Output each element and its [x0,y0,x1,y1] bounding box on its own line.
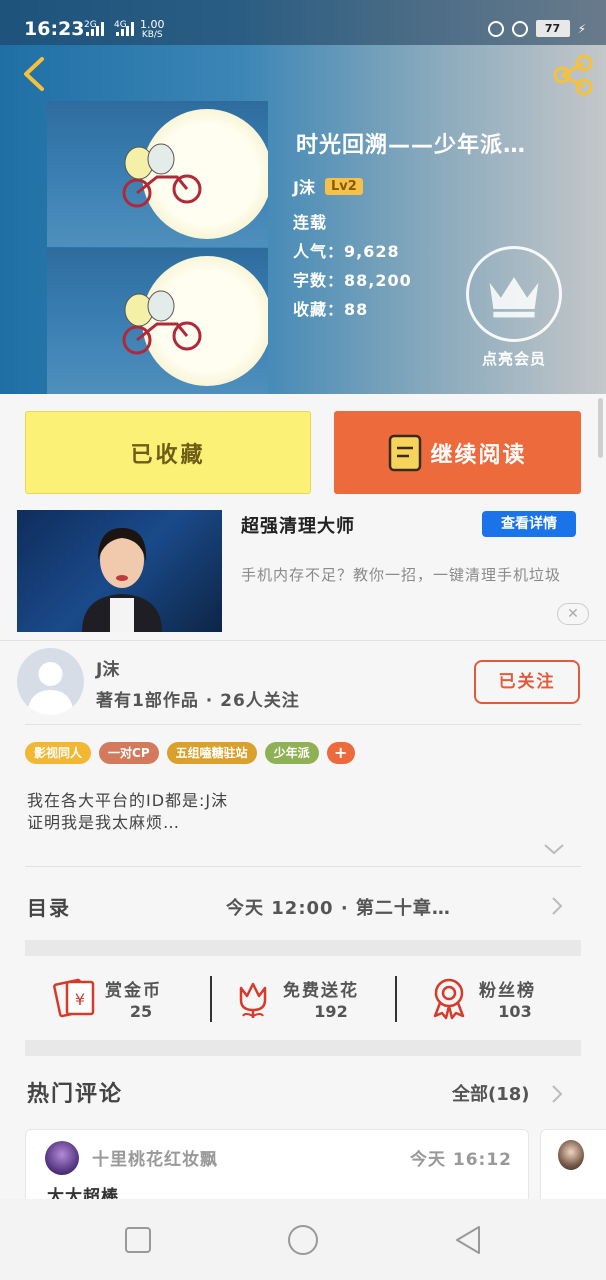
recent-apps-icon[interactable] [121,1223,155,1257]
tag-list: 影视同人 一对CP 五组嗑糖驻站 少年派 + [25,742,355,764]
all-comments-link[interactable]: 全部(18) [452,1080,530,1106]
comment-card[interactable]: 十里桃花红妆飘 今天 16:12 大大超棒 [25,1129,529,1204]
back-nav-icon[interactable] [451,1223,485,1257]
level-badge: Lv2 [324,177,363,195]
vip-label: 点亮会员 [481,350,546,368]
ad-person-illustration [82,528,162,632]
ad-close-button[interactable]: ✕ [557,603,589,625]
intro-line: 我在各大平台的ID都是:J沫 [27,791,229,810]
ad-image [17,510,222,632]
status-bar: 16:23 2G 4G 1.00 KB/S 77 ⚡ [0,0,606,45]
svg-text:¥: ¥ [75,990,85,1009]
book-popularity: 人气：9,628 [293,242,400,261]
status-time: 16:23 [24,18,85,40]
book-favorites: 收藏：88 [293,300,369,319]
medal-icon [433,978,465,1020]
ad-detail-button[interactable]: 查看详情 [482,511,576,537]
stat-label: 免费送花 [283,981,359,1001]
book-word-count: 字数：88,200 [293,271,412,290]
book-title: 时光回溯——少年派… [296,133,527,158]
commenter-name[interactable]: 十里桃花红妆飘 [92,1145,218,1170]
vip-button[interactable]: 点亮会员 [466,246,562,369]
catalog-latest-chapter[interactable]: 今天 12:00 · 第二十章… [226,894,451,920]
cover-image-bottom [47,248,268,394]
signal-icon [86,22,108,36]
alarm-icon [511,20,528,37]
book-status: 连载 [293,213,328,232]
stat-divider [395,976,397,1022]
system-nav-bar [0,1199,606,1280]
tag-item[interactable]: 一对CP [99,742,159,764]
reward-coins-stat[interactable]: ¥ 赏金币 25 [53,972,193,1028]
network-speed: 1.00 KB/S [140,19,165,41]
ad-title[interactable]: 超强清理大师 [241,512,355,538]
commenter-avatar[interactable] [558,1140,584,1170]
back-icon[interactable] [18,56,50,92]
crown-icon [466,246,562,342]
scrollbar[interactable] [598,398,603,458]
intro-line: 证明我是我太麻烦… [27,813,181,832]
chevron-right-icon[interactable] [551,896,563,916]
fan-ranking-stat[interactable]: 粉丝榜 103 [427,972,577,1028]
catalog-title[interactable]: 目录 [27,892,71,921]
signal-icon-2 [116,22,138,36]
author-name[interactable]: J沫 [96,655,119,680]
stat-value: 103 [498,1002,532,1021]
book-header: 16:23 2G 4G 1.00 KB/S 77 ⚡ 时光回溯——少年派… J沫… [0,0,606,394]
divider [25,724,581,725]
battery-icon: 77 [535,20,570,37]
section-separator [25,940,581,956]
hot-comments-title: 热门评论 [27,1082,124,1107]
book-author-line: J沫 Lv2 [293,174,363,198]
lock-rotation-icon [487,20,504,37]
book-icon [389,434,422,471]
chevron-right-icon[interactable] [551,1084,563,1104]
home-icon[interactable] [286,1223,320,1257]
book-cover[interactable] [47,101,268,394]
speed-unit: KB/S [141,30,163,40]
chevron-down-icon[interactable] [543,842,565,856]
stat-value: 192 [314,1002,348,1021]
book-intro: 我在各大平台的ID都是:J沫 证明我是我太麻烦… [27,790,228,834]
author-stats: 著有1部作品 · 26人关注 [96,691,300,711]
collected-button[interactable]: 已收藏 [25,411,311,494]
stat-label: 赏金币 [105,981,162,1001]
continue-reading-label: 继续阅读 [430,442,527,468]
charging-icon: ⚡ [577,21,586,36]
add-tag-button[interactable]: + [326,742,355,764]
continue-reading-button[interactable]: 继续阅读 [334,411,581,494]
tag-item[interactable]: 影视同人 [25,742,92,764]
stat-label: 粉丝榜 [479,981,536,1001]
comment-card-next[interactable] [540,1129,606,1204]
share-icon[interactable] [550,53,596,97]
bicycle-illustration [122,143,202,208]
divider [25,866,581,867]
bicycle-illustration-2 [122,290,202,355]
tag-item[interactable]: 少年派 [264,742,319,764]
flower-icon [239,982,267,1018]
tag-item[interactable]: 五组嗑糖驻站 [166,742,257,764]
section-separator [25,1040,581,1056]
stat-value: 25 [129,1002,153,1021]
stats-row: ¥ 赏金币 25 免费送花 192 粉丝榜 103 [25,962,581,1034]
speed-value: 1.00 [140,18,165,31]
book-author-name[interactable]: J沫 [293,174,315,198]
stat-divider [210,976,212,1022]
comment-time: 今天 16:12 [409,1150,512,1170]
commenter-avatar[interactable] [45,1141,79,1175]
red-packet-icon: ¥ [53,978,95,1018]
free-flowers-stat[interactable]: 免费送花 192 [231,972,401,1028]
ad-description: 手机内存不足？教你一招，一键清理手机垃圾 [241,566,562,584]
author-avatar[interactable] [17,648,84,715]
follow-button[interactable]: 已关注 [474,660,580,704]
status-icons: 77 ⚡ [487,20,586,37]
cover-image-top [47,101,268,247]
divider [0,640,606,641]
